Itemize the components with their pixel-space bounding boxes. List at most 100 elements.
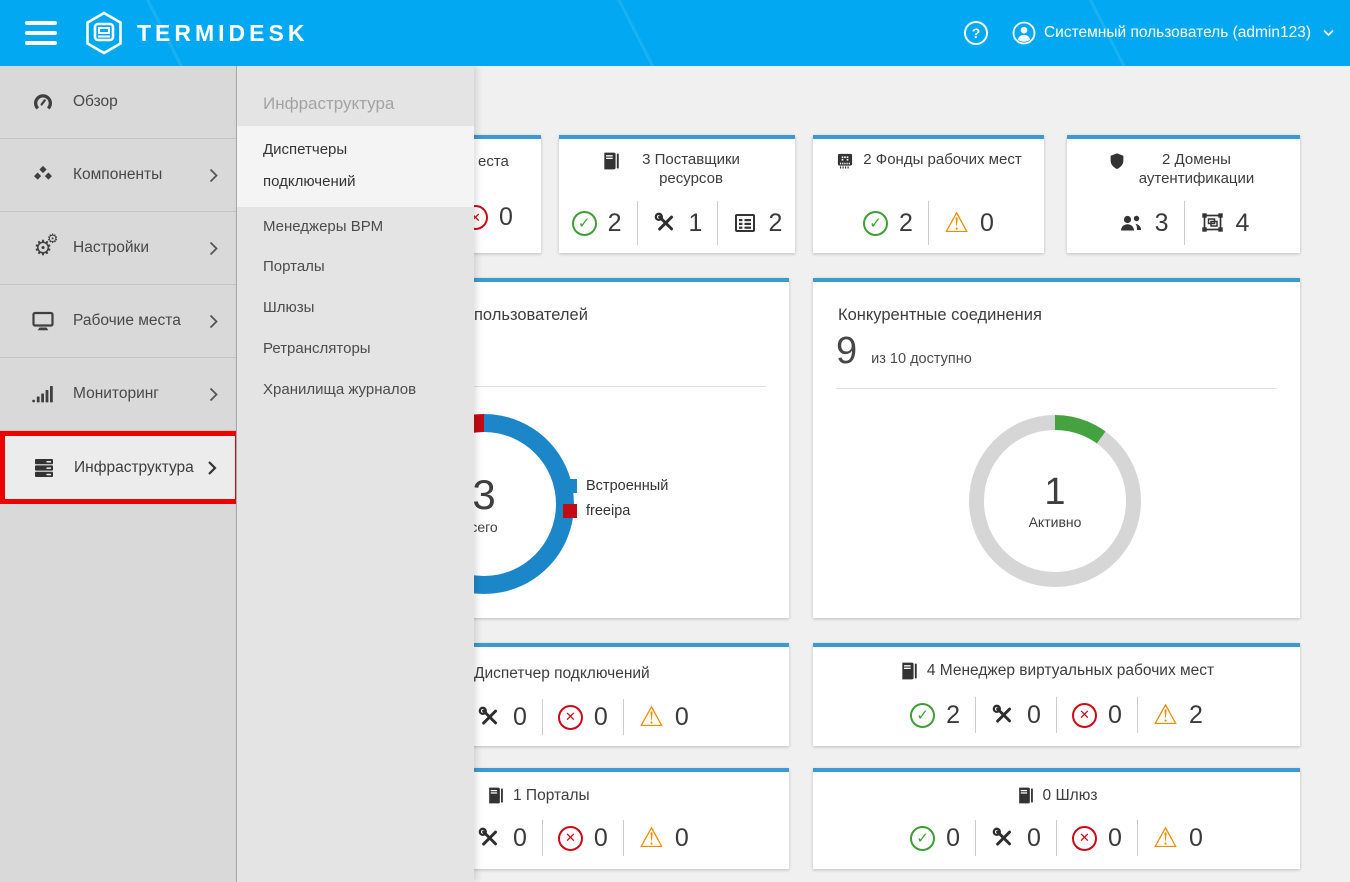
chevron-right-icon [209,168,218,183]
sidebar-item-label: Обзор [73,93,118,111]
stat-value: 0 [675,824,689,853]
components-icon [28,163,58,187]
sidebar-item-overview[interactable]: Обзор [0,66,236,139]
stat-maintenance: 0 [991,824,1041,853]
legend-label: freeipa [586,503,630,519]
tools-icon [991,703,1016,728]
sidebar-item-label: Инфраструктура [74,459,194,477]
warning-icon: ⚠ [944,209,969,237]
available-value: 9 [836,330,857,373]
ok-icon: ✓ [910,703,935,728]
flyout-item-connection-brokers[interactable]: Диспетчеры подключений [237,126,474,207]
infrastructure-icon [29,456,59,480]
stat-value: 0 [594,703,608,732]
stat-users: 3 [1118,209,1169,238]
chevron-right-icon [209,241,218,256]
chevron-down-icon [1323,29,1334,37]
hamburger-menu-icon[interactable] [25,21,57,45]
stat-error: ✕ 0 [1072,824,1122,853]
stat-value: 0 [1189,824,1203,853]
card-title: 2 Домены аутентификации [1134,151,1259,189]
summary-card-resource-providers: 3 Поставщики ресурсов ✓ 2 1 [559,135,795,253]
stat-ok: ✓ 2 [572,209,622,238]
stat-value: 3 [1155,209,1169,238]
stat-value: 0 [513,824,527,853]
plan-icon [733,211,757,235]
tools-icon [477,705,502,730]
donut-total-label: сего [470,519,497,535]
sidebar-item-monitoring[interactable]: Мониторинг [0,358,236,431]
user-menu[interactable]: Системный пользователь (admin123) [1012,21,1334,45]
legend-item: freeipa [563,503,668,519]
logo-text: TERMIDESK [137,20,308,47]
error-icon: ✕ [558,705,583,730]
user-avatar-icon [1012,21,1036,45]
card-title: Конкурентные соединения [838,306,1042,325]
stat-maintenance: 0 [991,701,1041,730]
infrastructure-flyout: Инфраструктура Диспетчеры подключений Ме… [236,66,474,882]
sidebar-item-settings[interactable]: ⚙⚙ Настройки [0,212,236,285]
warning-icon: ⚠ [1153,701,1178,729]
dashboard-icon [28,90,58,114]
card-title: 3 Поставщики ресурсов [629,151,754,189]
donut-active-value: 1 [1044,473,1065,511]
card-title: еста [478,153,509,170]
flyout-item-vdi-managers[interactable]: Менеджеры ВРМ [237,207,474,248]
tools-icon [991,826,1016,851]
stat-plans: 2 [733,209,782,238]
flyout-item-portals[interactable]: Порталы [237,247,474,288]
termidesk-logo: TERMIDESK [83,10,308,56]
ok-icon: ✓ [572,211,597,236]
stat-value: 0 [1108,701,1122,730]
sidebar-item-workplaces[interactable]: Рабочие места [0,285,236,358]
available-caption: из 10 доступно [871,351,972,367]
journal-icon [1016,786,1035,805]
donut-total-value: 3 [472,474,495,516]
stat-value: 0 [594,824,608,853]
stat-objects: 4 [1200,209,1250,238]
stat-maintenance: 0 [477,824,527,853]
legend-label: Встроенный [586,478,668,494]
flyout-title: Инфраструктура [263,94,474,114]
ok-icon: ✓ [910,826,935,851]
sidebar-item-components[interactable]: Компоненты [0,139,236,212]
stat-error: ✕ 0 [558,703,608,732]
flyout-item-log-storages[interactable]: Хранилища журналов [237,370,474,411]
stat-warning: ⚠ 0 [639,703,689,732]
error-icon: ✕ [1072,703,1097,728]
summary-card-auth-domains: 2 Домены аутентификации 3 [1067,135,1300,253]
stat-ok: ✓ 2 [863,209,913,238]
monitoring-icon [28,382,58,406]
sidebar-item-label: Мониторинг [73,385,159,403]
stat-value: 2 [946,701,960,730]
stat-value: 0 [499,203,513,232]
card-title: 4 Менеджер виртуальных рабочих мест [927,662,1214,680]
stat-value: 2 [608,209,622,238]
connections-chart-card: Конкурентные соединения 9 из 10 доступно… [813,278,1300,618]
warning-icon: ⚠ [639,824,664,852]
stat-value: 0 [980,209,994,238]
journal-icon [899,661,919,681]
stat-value: 0 [1027,701,1041,730]
card-title: 0 Шлюз [1043,787,1098,805]
stat-value: 4 [1236,209,1250,238]
warning-icon: ⚠ [1153,824,1178,852]
stat-value: 0 [1027,824,1041,853]
card-title: Диспетчер подключений [474,665,650,683]
settings-icon: ⚙⚙ [28,238,58,259]
stat-warning: ⚠ 0 [639,824,689,853]
chart-legend: Встроенный freeipa [563,478,668,519]
flyout-item-relays[interactable]: Ретрансляторы [237,329,474,370]
sidebar-item-infrastructure[interactable]: Инфраструктура [0,431,240,504]
stat-warning: ⚠ 0 [1153,824,1203,853]
journal-icon [486,786,505,805]
ok-icon: ✓ [863,211,888,236]
stat-error: ✕ 0 [1072,701,1122,730]
stat-value: 2 [1189,701,1203,730]
stat-warning: ⚠ 2 [1153,701,1203,730]
help-icon[interactable]: ? [964,21,988,45]
legend-item: Встроенный [563,478,668,494]
tools-icon [653,211,678,236]
status-card-gateway: 0 Шлюз ✓ 0 0 ✕ 0 [813,768,1300,869]
flyout-item-gateways[interactable]: Шлюзы [237,288,474,329]
